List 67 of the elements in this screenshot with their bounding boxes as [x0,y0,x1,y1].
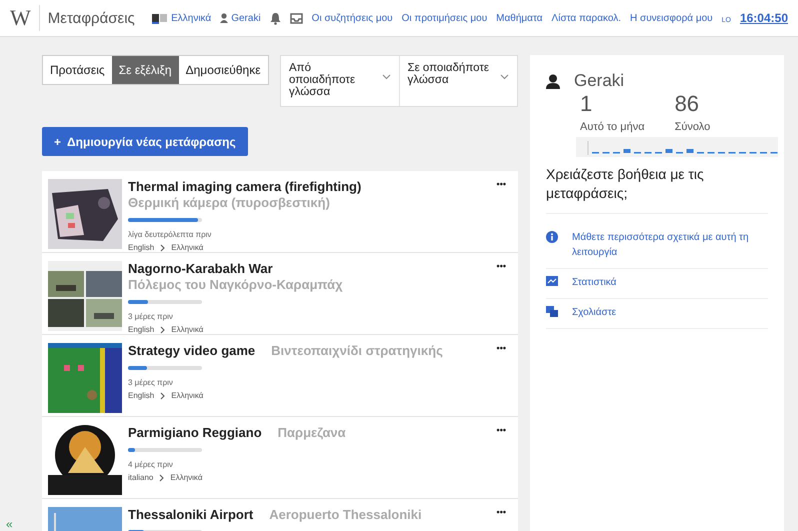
chevron-right-icon [160,392,166,400]
username: Geraki [574,71,624,91]
personal-link[interactable]: Οι προτιμήσεις μου [402,12,488,24]
personal-link[interactable]: Μαθήματα [496,12,543,24]
personal-link[interactable]: Η συνεισφορά μου [630,12,713,24]
edited-time: 3 μέρες πριν [128,312,174,321]
source-language: English [128,243,154,252]
info-icon [546,231,558,243]
translate-icon [152,12,168,24]
source-language: italiano [128,473,154,482]
source-language: English [128,325,154,334]
article-title: Thessaloniki Airport [128,507,254,523]
speech-bubbles-icon [546,306,558,317]
more-menu-button[interactable]: ••• [492,507,510,517]
translated-title: Θερμική κάμερα (πυροσβεστική) [128,195,330,211]
translation-item[interactable]: Nagorno-Karabakh War Πόλεμος του Ναγκόρνο-Καραμπάχ 3 μέρες πριν English Ελληνικά ••• [42,253,518,335]
create-translation-button[interactable]: + Δημιουργία νέας μετάφρασης [42,127,248,156]
target-language: Ελληνικά [170,473,202,482]
page-title: Μεταφράσεις [48,10,136,26]
more-menu-button[interactable]: ••• [492,343,510,353]
translation-item[interactable]: Parmigiano Reggiano Παρμεζανα 4 μέρες πριν italiano Ελληνικά ••• [42,417,518,499]
translated-title: Aeropuerto Thessaloniki [269,507,422,523]
more-menu-button[interactable]: ••• [492,179,510,189]
translated-title: Παρμεζανα [278,425,346,441]
edited-time: 4 μέρες πριν [128,460,174,469]
inbox-icon[interactable] [290,12,303,24]
translated-title: Πόλεμος του Ναγκόρνο-Καραμπάχ [128,277,343,293]
article-title: Strategy video game [128,343,256,359]
chevron-right-icon [160,326,166,334]
more-menu-button[interactable]: ••• [492,261,510,271]
target-language: Ελληνικά [171,391,204,400]
filter-tab[interactable]: Σε εξέλιξη [112,56,179,84]
translation-item[interactable]: Thermal imaging camera (firefighting) Θερμική κάμερα (πυροσβεστική) λίγα δευτερόλεπτα πριν English Ελληνικά ••• [42,171,518,253]
article-title: Parmigiano Reggiano [128,425,262,441]
personal-link[interactable]: Οι συζητήσεις μου [312,12,393,24]
user-icon [220,13,228,23]
stat-label: Σύνολο [674,121,710,133]
personal-link[interactable]: Λίστα παρακολ. [552,12,622,24]
user-link[interactable]: Geraki [231,12,261,24]
language-link[interactable]: Ελληνικά [171,12,212,24]
bell-icon[interactable] [270,12,281,24]
translated-title: Βιντεοπαιχνίδι στρατηγικής [271,343,443,359]
chevron-right-icon [159,474,164,482]
stat-label: Αυτό το μήνα [580,121,645,133]
more-menu-button[interactable]: ••• [492,425,510,435]
target-language: Ελληνικά [171,243,204,252]
user-icon [546,74,560,88]
edited-time: 3 μέρες πριν [128,378,174,387]
clock-time: 16:04:50 [740,11,788,25]
chevron-down-icon [382,74,390,80]
article-title: Nagorno-Karabakh War [128,261,273,277]
stat-value: 86 [674,91,700,117]
chevron-right-icon [160,244,166,252]
help-link[interactable]: Σχολιάστε [572,305,616,320]
help-heading: Χρειάζεστε βοήθεια με τις μεταφράσεις; [546,165,768,214]
help-link[interactable]: Στατιστικά [572,275,616,290]
source-language: English [128,391,154,400]
help-link[interactable]: Μάθετε περισσότερα σχετικά με αυτή τη λειτουργία [572,230,768,260]
edited-time: λίγα δευτερόλεπτα πριν [128,230,212,239]
article-title: Thermal imaging camera (firefighting) [128,179,362,195]
target-language: Ελληνικά [171,325,204,334]
stat-value: 1 [580,91,594,117]
translation-item[interactable]: Strategy video game Βιντεοπαιχνίδι στρατηγικής 3 μέρες πριν English Ελληνικά ••• [42,335,518,417]
wikipedia-logo[interactable]: W [10,5,40,31]
chart-icon [546,276,558,286]
translation-item[interactable]: Thessaloniki Airport Aeropuerto Thessaloniki ••• [42,499,518,531]
chevron-down-icon [500,74,509,80]
